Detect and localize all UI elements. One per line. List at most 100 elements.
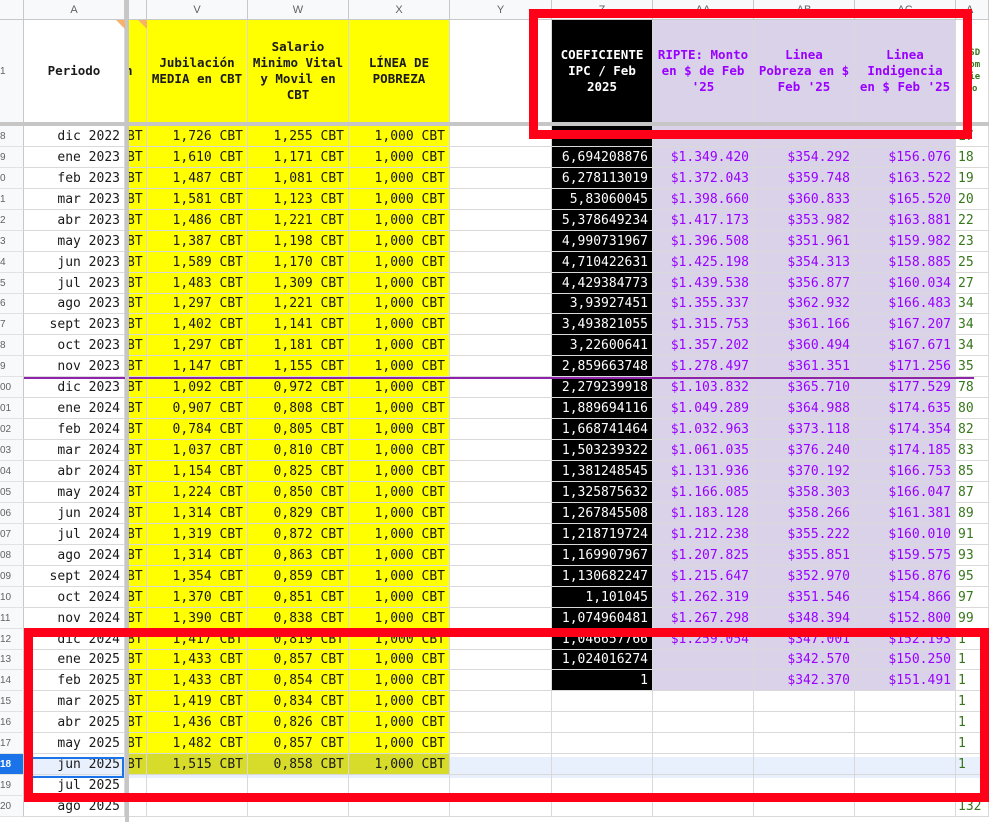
- cell-z[interactable]: 1,381248545: [552, 461, 653, 482]
- cell-ac[interactable]: $150.250: [855, 650, 956, 670]
- cell-y[interactable]: [450, 524, 552, 545]
- cell-x[interactable]: 1,000 CBT: [349, 587, 450, 608]
- cell-ad[interactable]: 99: [956, 608, 989, 629]
- cell-ab[interactable]: $351.961: [754, 231, 855, 252]
- cell-v[interactable]: 1,482 CBT: [147, 733, 248, 754]
- cell-ad[interactable]: 34: [956, 335, 989, 356]
- cell-ad[interactable]: 1: [956, 712, 989, 733]
- cell-w[interactable]: 0,872 CBT: [248, 524, 349, 545]
- cell-z[interactable]: 1,889694116: [552, 398, 653, 419]
- cell-aa[interactable]: $1.131.936: [653, 461, 754, 482]
- cell-z[interactable]: 1,024016274: [552, 650, 653, 670]
- row-number[interactable]: 4: [0, 252, 24, 273]
- cell-v[interactable]: 1,487 CBT: [147, 168, 248, 189]
- cell-ad[interactable]: 1: [956, 670, 989, 691]
- cell-a[interactable]: mar 2023: [24, 189, 125, 210]
- cell-a[interactable]: dic 2023: [24, 377, 125, 398]
- cell-y[interactable]: [450, 252, 552, 273]
- header-cell-ac[interactable]: Linea Indigencia en $ Feb '25: [855, 20, 956, 123]
- cell-x[interactable]: 1,000 CBT: [349, 398, 450, 419]
- cell-ad[interactable]: 34: [956, 314, 989, 335]
- cell-z[interactable]: 4,429384773: [552, 273, 653, 294]
- cell-ab[interactable]: $360.833: [754, 189, 855, 210]
- cell-ad[interactable]: 97: [956, 587, 989, 608]
- cell-z[interactable]: 1: [552, 670, 653, 691]
- cell-ac[interactable]: $163.522: [855, 168, 956, 189]
- cell-aa[interactable]: $1.278.497: [653, 356, 754, 377]
- cell-ad[interactable]: 22: [956, 210, 989, 231]
- cell-w[interactable]: 0,857 CBT: [248, 733, 349, 754]
- cell-y[interactable]: [450, 545, 552, 566]
- cell-a[interactable]: ago 2024: [24, 545, 125, 566]
- cell-a[interactable]: sept 2023: [24, 314, 125, 335]
- cell-ad[interactable]: 19: [956, 168, 989, 189]
- cell-x[interactable]: 1,000 CBT: [349, 650, 450, 670]
- row-number[interactable]: 9: [0, 356, 24, 377]
- cell-aa[interactable]: $1.259.054: [653, 629, 754, 650]
- cell-v[interactable]: 1,314 CBT: [147, 545, 248, 566]
- header-cell-v[interactable]: Jubilación MEDIA en CBT: [147, 20, 248, 123]
- cell-ac[interactable]: $171.256: [855, 356, 956, 377]
- cell-z[interactable]: [552, 733, 653, 754]
- cell-w[interactable]: 1,309 CBT: [248, 273, 349, 294]
- cell-y[interactable]: [450, 650, 552, 670]
- cell-a[interactable]: abr 2024: [24, 461, 125, 482]
- cell-ac[interactable]: $165.520: [855, 189, 956, 210]
- row-number[interactable]: 09: [0, 566, 24, 587]
- cell-ab[interactable]: $362.932: [754, 294, 855, 314]
- cell-ac[interactable]: [855, 126, 956, 147]
- cell-ac[interactable]: [855, 754, 956, 775]
- cell-ab[interactable]: $351.546: [754, 587, 855, 608]
- cell-y[interactable]: [450, 419, 552, 440]
- row-number[interactable]: 00: [0, 377, 24, 398]
- cell-ad[interactable]: 35: [956, 356, 989, 377]
- cell-v[interactable]: 1,433 CBT: [147, 670, 248, 691]
- cell-ac[interactable]: [855, 733, 956, 754]
- cell-z[interactable]: 1,668741464: [552, 419, 653, 440]
- cell-v[interactable]: 1,589 CBT: [147, 252, 248, 273]
- row-number[interactable]: 8: [0, 335, 24, 356]
- corner-select-all[interactable]: [0, 0, 24, 20]
- cell-z[interactable]: 3,493821055: [552, 314, 653, 335]
- cell-ad[interactable]: 132: [956, 796, 989, 817]
- cell-a[interactable]: dic 2024: [24, 629, 125, 650]
- column-header-y[interactable]: Y: [450, 0, 552, 20]
- row-number[interactable]: 19: [0, 775, 24, 796]
- cell-aa[interactable]: [653, 691, 754, 712]
- cell-y[interactable]: [450, 503, 552, 524]
- cell-ab[interactable]: $355.851: [754, 545, 855, 566]
- cell-aa[interactable]: $1.372.043: [653, 168, 754, 189]
- cell-v[interactable]: 1,483 CBT: [147, 273, 248, 294]
- cell-aa[interactable]: $1.049.289: [653, 398, 754, 419]
- cell-aa[interactable]: $1.396.508: [653, 231, 754, 252]
- cell-ac[interactable]: $174.354: [855, 419, 956, 440]
- cell-w[interactable]: 1,221 CBT: [248, 294, 349, 314]
- cell-z[interactable]: [552, 796, 653, 817]
- cell-v[interactable]: 1,433 CBT: [147, 650, 248, 670]
- header-cell-ab[interactable]: Linea Pobreza en $ Feb '25: [754, 20, 855, 123]
- cell-ad[interactable]: 91: [956, 524, 989, 545]
- cell-ab[interactable]: $352.970: [754, 566, 855, 587]
- row-number[interactable]: 7: [0, 314, 24, 335]
- cell-ad[interactable]: 20: [956, 189, 989, 210]
- cell-a[interactable]: nov 2024: [24, 608, 125, 629]
- cell-z[interactable]: 6,694208876: [552, 147, 653, 168]
- cell-y[interactable]: [450, 566, 552, 587]
- row-number[interactable]: 18: [0, 754, 24, 775]
- cell-z[interactable]: 1,218719724: [552, 524, 653, 545]
- row-number[interactable]: 9: [0, 147, 24, 168]
- cell-x[interactable]: 1,000 CBT: [349, 273, 450, 294]
- cell-x[interactable]: 1,000 CBT: [349, 252, 450, 273]
- cell-ac[interactable]: $151.491: [855, 670, 956, 691]
- cell-y[interactable]: [450, 273, 552, 294]
- cell-a[interactable]: sept 2024: [24, 566, 125, 587]
- cell-ac[interactable]: $166.753: [855, 461, 956, 482]
- cell-aa[interactable]: $1.103.832: [653, 377, 754, 398]
- cell-y[interactable]: [450, 168, 552, 189]
- cell-a[interactable]: jul 2023: [24, 273, 125, 294]
- column-header-x[interactable]: X: [349, 0, 450, 20]
- cell-y[interactable]: [450, 629, 552, 650]
- cell-v[interactable]: 1,297 CBT: [147, 294, 248, 314]
- row-number[interactable]: 16: [0, 712, 24, 733]
- cell-aa[interactable]: $1.262.319: [653, 587, 754, 608]
